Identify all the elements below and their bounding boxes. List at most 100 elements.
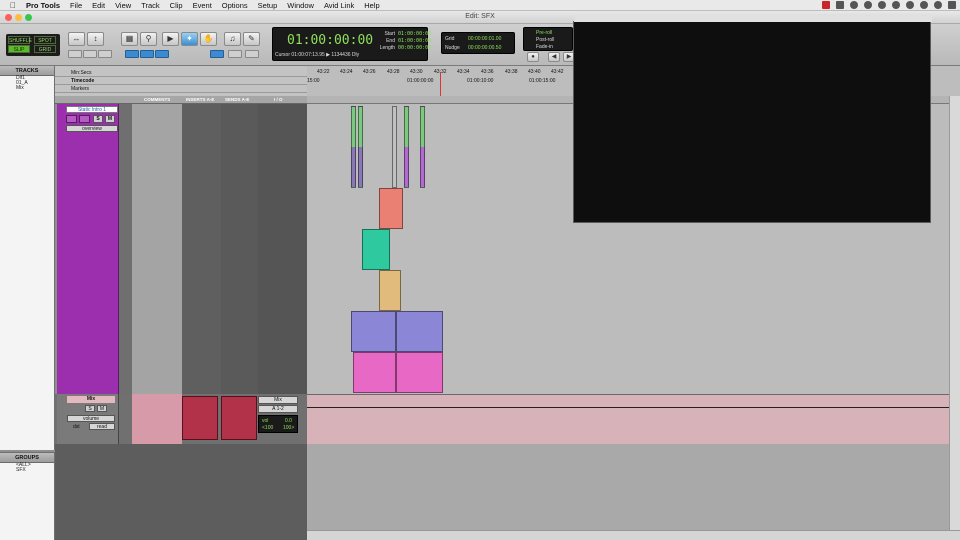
main-counter[interactable]: 01:00:00:00 Start End Length 01:00:00:00…: [272, 27, 431, 61]
wifi-icon[interactable]: [878, 1, 886, 9]
display-icon[interactable]: [836, 1, 844, 9]
menu-clip[interactable]: Clip: [170, 1, 183, 10]
zoom-in-icon[interactable]: ↕: [87, 32, 104, 46]
tab-to-transient-icon[interactable]: [210, 50, 224, 58]
minsecs-ruler-label[interactable]: Min:Secs: [55, 69, 307, 77]
automation-mode-selector[interactable]: read: [89, 423, 115, 430]
preroll-label[interactable]: Pre-roll: [536, 30, 552, 36]
group-list-item[interactable]: SFX: [0, 468, 54, 473]
mute-button[interactable]: M: [105, 115, 115, 123]
avid-icon[interactable]: [850, 1, 858, 9]
audio-clip[interactable]: [351, 106, 356, 188]
track-view-selector[interactable]: overview: [66, 125, 118, 132]
menu-file[interactable]: File: [70, 1, 82, 10]
auto-scroll-icon[interactable]: [245, 50, 259, 58]
menu-event[interactable]: Event: [193, 1, 212, 10]
audio-clip[interactable]: [362, 229, 390, 270]
master-track-mix[interactable]: Mix S M volume dst read Mix A 1-2 vol 0.…: [55, 394, 307, 444]
audio-clip[interactable]: [379, 270, 401, 311]
zoom-preset-2[interactable]: [83, 50, 97, 58]
grabber-tool-icon[interactable]: ✋: [200, 32, 217, 46]
sends-column[interactable]: [221, 104, 258, 394]
magnify-tool-icon[interactable]: ⚲: [140, 32, 157, 46]
comments-column[interactable]: [132, 104, 182, 394]
markers-ruler-label[interactable]: Markers: [55, 85, 307, 93]
input-monitor-button[interactable]: [79, 115, 90, 123]
grid-label[interactable]: Grid: [445, 36, 454, 42]
online-button[interactable]: ●: [527, 52, 539, 62]
zoom-out-icon[interactable]: ↔: [68, 32, 85, 46]
scrubber-tool-icon[interactable]: ♫: [224, 32, 241, 46]
record-enable-button[interactable]: [66, 115, 77, 123]
audio-clip[interactable]: [379, 188, 403, 229]
output-selector[interactable]: Mix: [258, 396, 298, 404]
menu-view[interactable]: View: [115, 1, 131, 10]
video-window-title-bar[interactable]: [574, 14, 932, 22]
audio-clip[interactable]: [353, 352, 396, 393]
shuffle-mode-button[interactable]: SHUFFLE: [8, 36, 32, 44]
mix-track-name[interactable]: Mix: [67, 396, 115, 403]
notification-icon[interactable]: [948, 1, 956, 9]
spot-mode-button[interactable]: SPOT: [34, 36, 56, 44]
io-column-header[interactable]: I / O: [274, 96, 283, 104]
track-list-item[interactable]: Mix: [0, 86, 54, 91]
dropbox-icon[interactable]: [864, 1, 872, 9]
link-track-icon[interactable]: [140, 50, 154, 58]
io-column[interactable]: [258, 104, 307, 394]
video-window[interactable]: [573, 14, 932, 223]
timecode-ruler-label[interactable]: Timecode: [55, 77, 307, 85]
nudge-value[interactable]: 00:00:00:00.50: [468, 45, 501, 51]
clock-icon[interactable]: [906, 1, 914, 9]
volume-automation-line[interactable]: [307, 407, 949, 408]
tracks-panel-title[interactable]: TRACKS: [0, 66, 54, 76]
mix-sends-slots[interactable]: [221, 396, 257, 440]
inserts-column-header[interactable]: INSERTS A-E: [186, 96, 214, 104]
menu-pro-tools[interactable]: Pro Tools: [26, 1, 60, 10]
apple-icon[interactable]: : [10, 1, 20, 10]
postroll-label[interactable]: Post-roll: [536, 37, 554, 43]
start-value[interactable]: 01:00:00:00: [398, 31, 431, 37]
menu-track[interactable]: Track: [141, 1, 159, 10]
audio-clip[interactable]: [404, 106, 409, 188]
link-timeline-icon[interactable]: [125, 50, 139, 58]
comments-column-header[interactable]: COMMENTS: [144, 96, 170, 104]
horizontal-scrollbar[interactable]: [307, 530, 960, 540]
menu-help[interactable]: Help: [364, 1, 379, 10]
nudge-label[interactable]: Nudge: [445, 45, 460, 51]
zoomer-tool-icon[interactable]: ▦: [121, 32, 138, 46]
audio-clip[interactable]: [351, 311, 396, 352]
spotlight-icon[interactable]: [920, 1, 928, 9]
insertion-follows-icon[interactable]: [155, 50, 169, 58]
trim-tool-icon[interactable]: ▶: [162, 32, 179, 46]
mix-automation-lane[interactable]: [307, 394, 949, 444]
menu-setup[interactable]: Setup: [258, 1, 278, 10]
menu-edit[interactable]: Edit: [92, 1, 105, 10]
grid-value[interactable]: 00:00:00:01.00: [468, 36, 501, 42]
audio-clip[interactable]: [396, 311, 443, 352]
audio-clip[interactable]: [420, 106, 425, 188]
menu-options[interactable]: Options: [222, 1, 248, 10]
volume-icon[interactable]: [892, 1, 900, 9]
record-status-icon[interactable]: [822, 1, 830, 9]
solo-button[interactable]: S: [93, 115, 103, 123]
audio-clip[interactable]: [392, 106, 397, 188]
end-value[interactable]: 01:00:00:00: [398, 38, 431, 44]
audio-clip[interactable]: [358, 106, 363, 188]
inserts-column[interactable]: [182, 104, 221, 394]
smart-tool-icon[interactable]: ✦: [181, 32, 198, 46]
mix-comments-column[interactable]: [132, 394, 182, 444]
mix-solo-button[interactable]: S: [85, 405, 95, 412]
pencil-tool-icon[interactable]: ✎: [243, 32, 260, 46]
zoom-preset-3[interactable]: [98, 50, 112, 58]
mirror-midi-icon[interactable]: [228, 50, 242, 58]
fadein-label[interactable]: Fade-in: [536, 44, 553, 50]
slip-mode-button[interactable]: SLIP: [8, 45, 30, 53]
input-selector[interactable]: A 1-2: [258, 405, 298, 413]
audio-track-static-intro[interactable]: Static Intro 1 S M overview: [55, 104, 307, 394]
siri-icon[interactable]: [934, 1, 942, 9]
sends-column-header[interactable]: SENDS A-E: [225, 96, 249, 104]
audio-clip[interactable]: [396, 352, 443, 393]
dly-label[interactable]: Dly: [352, 52, 359, 58]
mix-playlist-selector[interactable]: volume: [67, 415, 115, 422]
vertical-scrollbar[interactable]: [949, 96, 960, 530]
